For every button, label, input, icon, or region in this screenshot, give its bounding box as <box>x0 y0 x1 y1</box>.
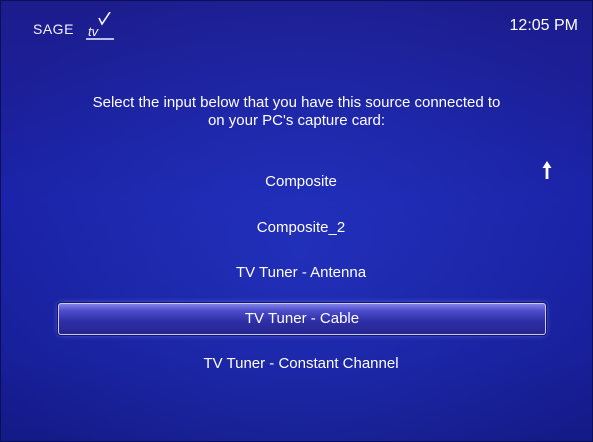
instruction-text: Select the input below that you have thi… <box>30 94 563 130</box>
sagetv-screen: SAGE tv 12:05 PM Select the input below … <box>0 0 593 442</box>
option-tv-tuner-antenna[interactable]: TV Tuner - Antenna <box>58 258 544 288</box>
instruction-line-1: Select the input below that you have thi… <box>92 94 501 111</box>
option-tv-tuner-constant-channel[interactable]: TV Tuner - Constant Channel <box>58 349 544 379</box>
option-composite-2[interactable]: Composite_2 <box>58 213 544 243</box>
clock: 12:05 PM <box>509 17 578 34</box>
option-tv-tuner-cable[interactable]: TV Tuner - Cable <box>58 303 546 335</box>
option-composite[interactable]: Composite <box>58 167 544 197</box>
sagetv-logo: SAGE tv <box>33 12 123 44</box>
instruction-line-2: on your PC's capture card: <box>207 112 386 129</box>
